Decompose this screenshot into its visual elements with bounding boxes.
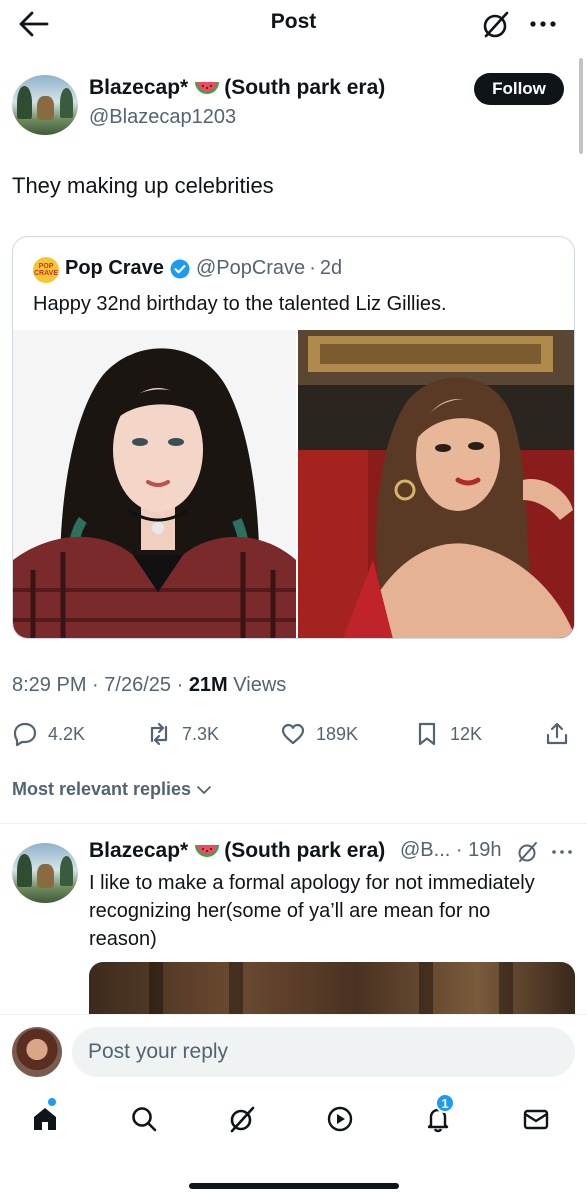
quoted-post[interactable]: POP CRAVE Pop Crave @PopCrave · 2d Happy …	[12, 236, 575, 639]
video-icon	[327, 1106, 353, 1132]
chevron-down-icon	[197, 785, 211, 794]
reply-author-avatar[interactable]	[12, 843, 78, 903]
quoted-author-handle[interactable]: @PopCrave	[196, 257, 305, 280]
heart-icon	[281, 723, 305, 745]
home-indicator[interactable]	[189, 1183, 399, 1189]
reply-author-handle[interactable]: @B...	[400, 839, 450, 861]
follow-button[interactable]: Follow	[474, 73, 564, 105]
quoted-post-text: Happy 32nd birthday to the talented Liz …	[33, 293, 447, 315]
quoted-photo-1[interactable]	[13, 330, 296, 638]
repost-button[interactable]: 7.3K	[146, 716, 219, 752]
reply-text: I like to make a formal apology for not …	[89, 872, 535, 950]
quoted-post-header: Pop Crave @PopCrave · 2d	[65, 257, 342, 280]
repost-count: 7.3K	[182, 723, 220, 744]
top-bar: Post	[0, 0, 587, 50]
reply-time: 19h	[468, 839, 502, 861]
replies-sort-label: Most relevant replies	[12, 779, 192, 799]
popcrave-avatar[interactable]: POP CRAVE	[33, 257, 59, 283]
tab-video[interactable]	[322, 1101, 358, 1137]
reply-author-name-suffix: (South park era)	[224, 839, 386, 862]
grok-icon	[230, 1106, 255, 1133]
notifications-badge: 1	[435, 1093, 455, 1113]
tab-notifications[interactable]: 1	[420, 1093, 456, 1137]
quoted-photo-2[interactable]	[298, 330, 574, 638]
reply-author-name: Blazecap*	[89, 839, 189, 862]
author-name-line[interactable]: Blazecap* (South park era)	[89, 76, 385, 100]
bookmark-button[interactable]: 12K	[414, 716, 482, 752]
tab-bar: 1	[0, 1093, 587, 1141]
reply-input[interactable]	[72, 1027, 575, 1077]
separator-dot: ·	[176, 674, 184, 696]
replies-sort-dropdown[interactable]: Most relevant replies	[12, 779, 213, 800]
logo-text-bottom: CRAVE	[34, 270, 58, 277]
share-button[interactable]	[544, 716, 580, 752]
author-name: Blazecap*	[89, 76, 189, 99]
watermelon-icon	[195, 845, 220, 857]
share-icon	[546, 722, 568, 745]
reply-count: 4.2K	[48, 723, 86, 744]
reply-media-image[interactable]	[89, 962, 575, 1022]
separator-dot: ·	[455, 839, 463, 861]
portrait-image-2	[298, 330, 574, 638]
grok-icon[interactable]	[516, 840, 540, 864]
separator-dot: ·	[309, 257, 316, 279]
new-content-dot	[48, 1098, 56, 1106]
author-handle[interactable]: @Blazecap1203	[89, 106, 236, 129]
divider	[0, 823, 587, 824]
separator-dot: ·	[92, 674, 99, 696]
views-count[interactable]: 21M	[189, 674, 228, 696]
tab-search[interactable]	[126, 1101, 162, 1137]
portrait-image-1	[13, 330, 296, 638]
home-icon	[34, 1108, 56, 1130]
watermelon-icon	[195, 82, 220, 94]
views-label[interactable]: Views	[233, 674, 286, 696]
reply-icon	[13, 722, 37, 747]
post-text: They making up celebrities	[12, 173, 274, 198]
post-time: 8:29 PM	[12, 674, 87, 696]
bookmark-count: 12K	[450, 723, 483, 744]
messages-icon	[523, 1109, 549, 1130]
post-date: 7/26/25	[104, 674, 172, 696]
search-icon	[132, 1107, 157, 1132]
reply-author-name-line[interactable]: Blazecap* (South park era)	[89, 839, 385, 863]
like-count: 189K	[316, 723, 359, 744]
post-meta: 8:29 PM · 7/26/25 · 21M Views	[12, 674, 286, 697]
bottom-panel: 1	[0, 1014, 587, 1200]
like-button[interactable]: 189K	[280, 716, 358, 752]
post-actions: 4.2K 7.3K 189K 12K	[0, 716, 587, 752]
author-avatar[interactable]	[12, 75, 78, 135]
verified-badge-icon	[170, 259, 190, 278]
quoted-author-name[interactable]: Pop Crave	[65, 257, 164, 280]
tab-messages[interactable]	[518, 1101, 554, 1137]
grok-icon[interactable]	[480, 9, 512, 41]
repost-icon	[150, 722, 168, 746]
scrollbar[interactable]	[579, 58, 583, 154]
tab-grok[interactable]	[224, 1101, 260, 1137]
bookmark-icon	[418, 722, 436, 746]
reply-button[interactable]: 4.2K	[12, 716, 85, 752]
more-horizontal-icon[interactable]	[528, 12, 558, 36]
tab-home[interactable]	[27, 1098, 63, 1137]
logo-text-top: POP	[38, 263, 54, 270]
author-name-suffix: (South park era)	[224, 76, 386, 99]
more-horizontal-icon[interactable]	[550, 843, 574, 861]
quoted-post-time: 2d	[319, 257, 343, 279]
reply-meta: @B... · 19h	[400, 839, 501, 862]
current-user-avatar[interactable]	[12, 1027, 62, 1077]
